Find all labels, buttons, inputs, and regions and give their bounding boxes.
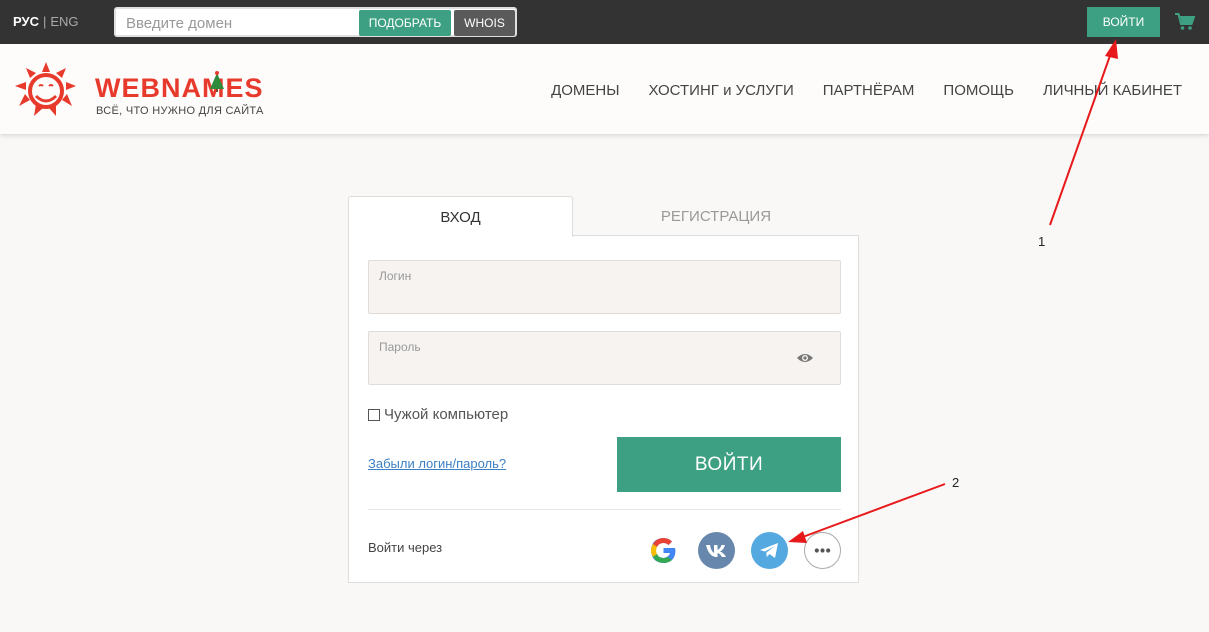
more-icon[interactable] [804,532,841,569]
login-field[interactable]: Логин [368,260,841,314]
nav-help[interactable]: ПОМОЩЬ [943,82,1014,99]
whois-button[interactable]: WHOIS [454,10,515,36]
language-switcher: РУС | ENG [13,14,79,29]
forgot-password-link[interactable]: Забыли логин/пароль? [368,456,506,471]
foreign-computer-checkbox[interactable] [368,408,380,421]
password-field-label: Пароль [379,340,421,354]
google-icon[interactable] [645,532,682,569]
sun-logo-icon [15,62,76,116]
annotation-label-1: 1 [1038,234,1046,249]
cart-icon[interactable] [1175,13,1195,31]
nav-hosting[interactable]: ХОСТИНГ и УСЛУГИ [649,82,794,99]
foreign-computer-label: Чужой компьютер [384,406,509,423]
nav-domains[interactable]: ДОМЕНЫ [551,82,619,99]
eye-icon[interactable] [796,352,814,364]
divider [368,509,841,510]
nav-partners[interactable]: ПАРТНЁРАМ [823,82,915,99]
pick-domain-button[interactable]: ПОДОБРАТЬ [359,10,451,36]
annotation-label-2: 2 [952,475,960,490]
top-login-button[interactable]: ВОЙТИ [1087,7,1160,37]
main-nav: ДОМЕНЫ ХОСТИНГ и УСЛУГИ ПАРТНЁРАМ ПОМОЩЬ… [551,82,1182,99]
domain-search-input[interactable] [126,13,356,33]
foreign-computer-row[interactable]: Чужой компьютер [368,406,508,423]
site-header: WEBNAMES ВСЁ, ЧТО НУЖНО ДЛЯ САЙТА ДОМЕНЫ… [0,44,1209,134]
social-login-label: Войти через [368,540,443,555]
domain-search-box: ПОДОБРАТЬ WHOIS [114,7,517,37]
logo-tagline: ВСЁ, ЧТО НУЖНО ДЛЯ САЙТА [96,105,264,117]
webnames-logo[interactable]: WEBNAMES ВСЁ, ЧТО НУЖНО ДЛЯ САЙТА [10,60,280,120]
top-bar: РУС|ENG ПОДОБРАТЬ WHOIS ВОЙТИ [0,0,1209,44]
lang-en[interactable]: ENG [50,14,78,29]
login-field-label: Логин [379,269,412,283]
tab-register[interactable]: РЕГИСТРАЦИЯ [573,196,859,236]
christmas-tree-icon [210,71,224,92]
lang-separator: | [42,14,47,29]
tab-login[interactable]: ВХОД [348,196,573,237]
logo-text: WEBNAMES [95,73,264,103]
login-submit-button[interactable]: ВОЙТИ [617,437,841,492]
lang-ru[interactable]: РУС [13,14,39,29]
login-card: Логин Пароль Чужой компьютер Забыли логи… [348,235,859,583]
nav-account[interactable]: ЛИЧНЫЙ КАБИНЕТ [1043,82,1182,99]
telegram-icon[interactable] [751,532,788,569]
vk-icon[interactable] [698,532,735,569]
password-field[interactable]: Пароль [368,331,841,385]
